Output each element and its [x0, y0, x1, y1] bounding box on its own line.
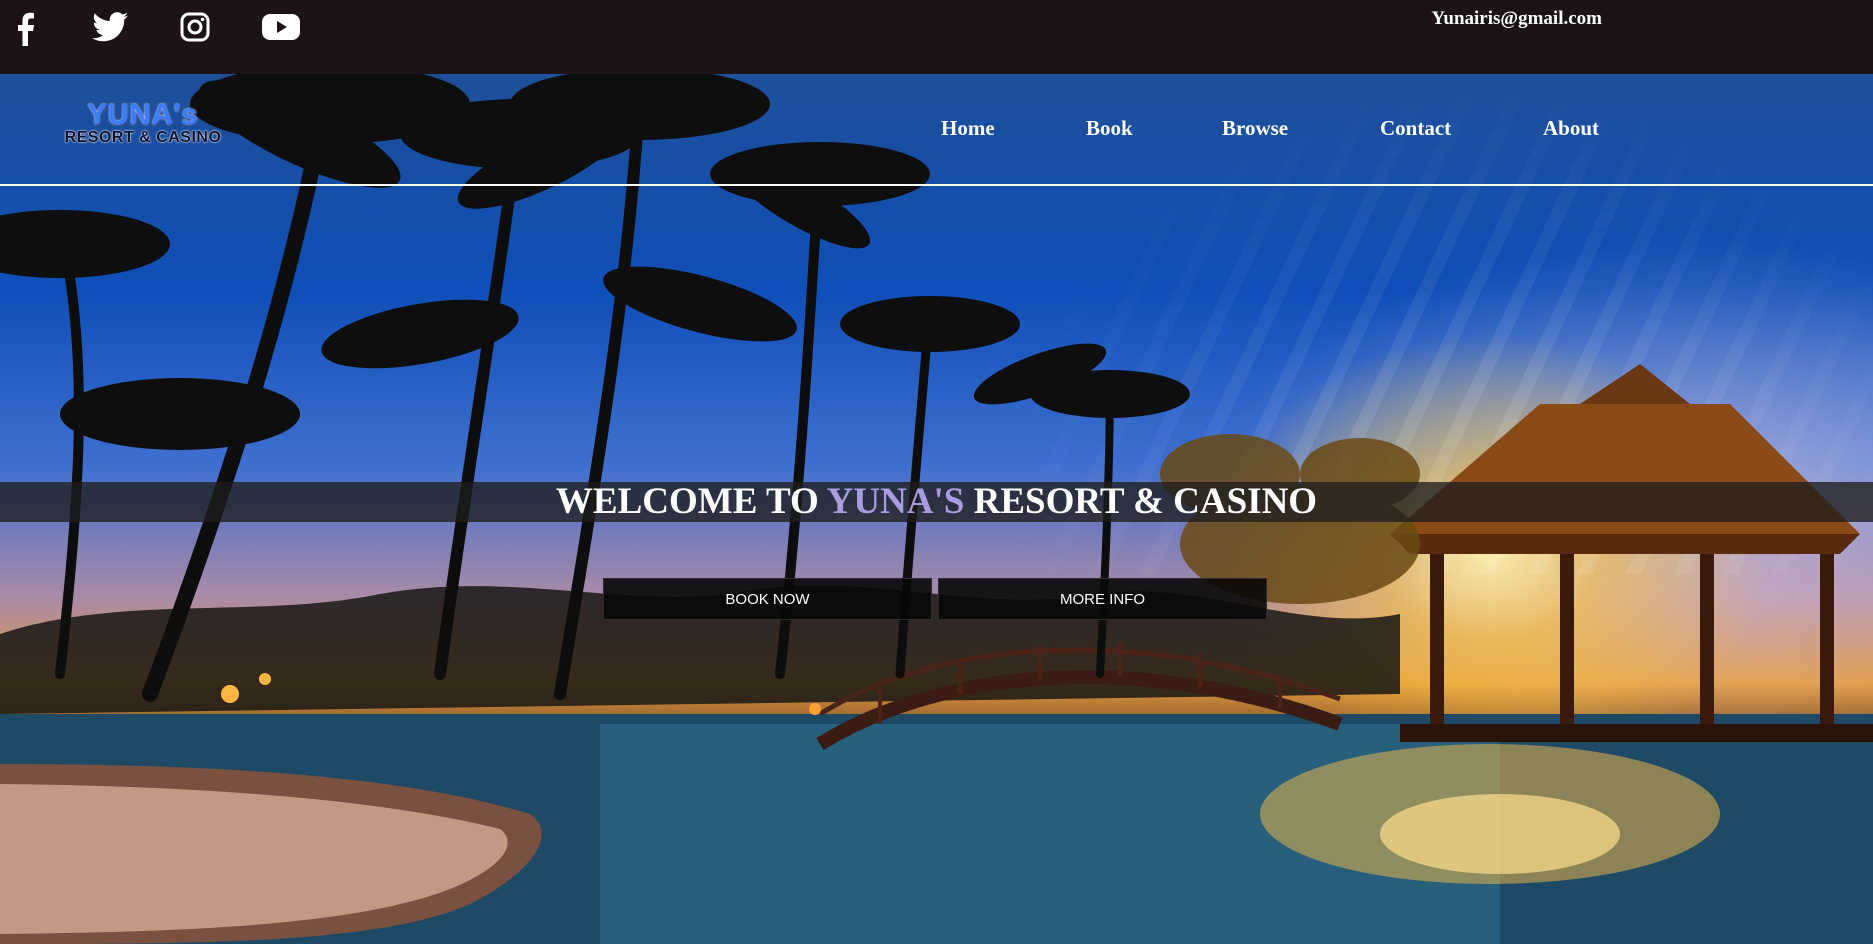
nav-home[interactable]: Home [941, 116, 995, 141]
logo-main-text: YUNA's [87, 99, 199, 131]
youtube-icon [262, 14, 300, 40]
instagram-link[interactable] [180, 12, 220, 48]
instagram-icon [180, 12, 210, 42]
twitter-link[interactable] [92, 12, 132, 48]
title-suffix: RESORT & CASINO [964, 481, 1318, 522]
nav-book[interactable]: Book [1086, 116, 1133, 141]
nav-about[interactable]: About [1543, 116, 1599, 141]
facebook-icon [18, 12, 34, 46]
site-logo[interactable]: YUNA's RESORT & CASINO [58, 100, 228, 146]
more-info-button[interactable]: MORE INFO [938, 578, 1267, 620]
nav-browse[interactable]: Browse [1222, 116, 1288, 141]
welcome-title: WELCOME TO YUNA'S RESORT & CASINO [0, 482, 1873, 522]
title-accent: YUNA'S [826, 481, 965, 522]
book-now-button[interactable]: BOOK NOW [603, 578, 932, 620]
top-bar: Yunairis@gmail.com [0, 0, 1873, 74]
nav-contact[interactable]: Contact [1380, 116, 1451, 141]
facebook-link[interactable] [12, 12, 52, 48]
contact-email[interactable]: Yunairis@gmail.com [1431, 8, 1602, 30]
welcome-banner: WELCOME TO YUNA'S RESORT & CASINO [0, 482, 1873, 522]
main-navbar: YUNA's RESORT & CASINO Home Book Browse … [0, 74, 1873, 186]
title-prefix: WELCOME TO [555, 481, 827, 522]
twitter-icon [92, 12, 128, 42]
youtube-link[interactable] [262, 12, 302, 48]
logo-sub-text: RESORT & CASINO [64, 129, 222, 146]
